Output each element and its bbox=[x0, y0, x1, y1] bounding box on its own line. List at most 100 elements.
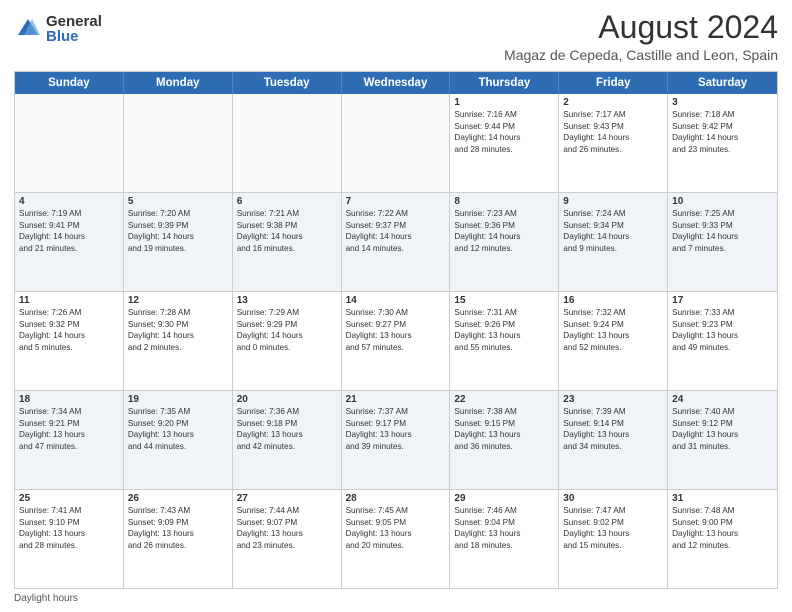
day-info: Sunrise: 7:33 AM Sunset: 9:23 PM Dayligh… bbox=[672, 307, 773, 353]
day-number: 13 bbox=[237, 295, 337, 306]
day-cell-25: 25Sunrise: 7:41 AM Sunset: 9:10 PM Dayli… bbox=[15, 490, 124, 588]
day-cell-3: 3Sunrise: 7:18 AM Sunset: 9:42 PM Daylig… bbox=[668, 94, 777, 192]
day-cell-22: 22Sunrise: 7:38 AM Sunset: 9:15 PM Dayli… bbox=[450, 391, 559, 489]
header: General Blue August 2024 Magaz de Cepeda… bbox=[14, 10, 778, 63]
day-info: Sunrise: 7:48 AM Sunset: 9:00 PM Dayligh… bbox=[672, 505, 773, 551]
day-cell-18: 18Sunrise: 7:34 AM Sunset: 9:21 PM Dayli… bbox=[15, 391, 124, 489]
day-cell-21: 21Sunrise: 7:37 AM Sunset: 9:17 PM Dayli… bbox=[342, 391, 451, 489]
header-day-sunday: Sunday bbox=[15, 72, 124, 94]
day-number: 25 bbox=[19, 493, 119, 504]
calendar-week-2: 4Sunrise: 7:19 AM Sunset: 9:41 PM Daylig… bbox=[15, 193, 777, 292]
day-number: 1 bbox=[454, 97, 554, 108]
day-cell-5: 5Sunrise: 7:20 AM Sunset: 9:39 PM Daylig… bbox=[124, 193, 233, 291]
day-number: 24 bbox=[672, 394, 773, 405]
day-number: 15 bbox=[454, 295, 554, 306]
calendar-week-1: 1Sunrise: 7:16 AM Sunset: 9:44 PM Daylig… bbox=[15, 94, 777, 193]
day-info: Sunrise: 7:40 AM Sunset: 9:12 PM Dayligh… bbox=[672, 406, 773, 452]
day-cell-11: 11Sunrise: 7:26 AM Sunset: 9:32 PM Dayli… bbox=[15, 292, 124, 390]
day-info: Sunrise: 7:29 AM Sunset: 9:29 PM Dayligh… bbox=[237, 307, 337, 353]
day-cell-1: 1Sunrise: 7:16 AM Sunset: 9:44 PM Daylig… bbox=[450, 94, 559, 192]
calendar-week-4: 18Sunrise: 7:34 AM Sunset: 9:21 PM Dayli… bbox=[15, 391, 777, 490]
day-number: 30 bbox=[563, 493, 663, 504]
day-cell-23: 23Sunrise: 7:39 AM Sunset: 9:14 PM Dayli… bbox=[559, 391, 668, 489]
day-cell-24: 24Sunrise: 7:40 AM Sunset: 9:12 PM Dayli… bbox=[668, 391, 777, 489]
day-cell-9: 9Sunrise: 7:24 AM Sunset: 9:34 PM Daylig… bbox=[559, 193, 668, 291]
empty-cell bbox=[233, 94, 342, 192]
day-info: Sunrise: 7:37 AM Sunset: 9:17 PM Dayligh… bbox=[346, 406, 446, 452]
day-info: Sunrise: 7:45 AM Sunset: 9:05 PM Dayligh… bbox=[346, 505, 446, 551]
day-cell-6: 6Sunrise: 7:21 AM Sunset: 9:38 PM Daylig… bbox=[233, 193, 342, 291]
day-cell-26: 26Sunrise: 7:43 AM Sunset: 9:09 PM Dayli… bbox=[124, 490, 233, 588]
day-info: Sunrise: 7:43 AM Sunset: 9:09 PM Dayligh… bbox=[128, 505, 228, 551]
logo-text: General Blue bbox=[46, 14, 102, 44]
day-cell-10: 10Sunrise: 7:25 AM Sunset: 9:33 PM Dayli… bbox=[668, 193, 777, 291]
day-info: Sunrise: 7:26 AM Sunset: 9:32 PM Dayligh… bbox=[19, 307, 119, 353]
logo: General Blue bbox=[14, 14, 102, 44]
day-info: Sunrise: 7:19 AM Sunset: 9:41 PM Dayligh… bbox=[19, 208, 119, 254]
day-number: 12 bbox=[128, 295, 228, 306]
day-info: Sunrise: 7:41 AM Sunset: 9:10 PM Dayligh… bbox=[19, 505, 119, 551]
day-info: Sunrise: 7:47 AM Sunset: 9:02 PM Dayligh… bbox=[563, 505, 663, 551]
day-cell-7: 7Sunrise: 7:22 AM Sunset: 9:37 PM Daylig… bbox=[342, 193, 451, 291]
day-info: Sunrise: 7:36 AM Sunset: 9:18 PM Dayligh… bbox=[237, 406, 337, 452]
day-cell-2: 2Sunrise: 7:17 AM Sunset: 9:43 PM Daylig… bbox=[559, 94, 668, 192]
day-cell-31: 31Sunrise: 7:48 AM Sunset: 9:00 PM Dayli… bbox=[668, 490, 777, 588]
day-info: Sunrise: 7:20 AM Sunset: 9:39 PM Dayligh… bbox=[128, 208, 228, 254]
calendar-week-5: 25Sunrise: 7:41 AM Sunset: 9:10 PM Dayli… bbox=[15, 490, 777, 588]
day-cell-13: 13Sunrise: 7:29 AM Sunset: 9:29 PM Dayli… bbox=[233, 292, 342, 390]
day-number: 10 bbox=[672, 196, 773, 207]
header-day-saturday: Saturday bbox=[668, 72, 777, 94]
day-cell-30: 30Sunrise: 7:47 AM Sunset: 9:02 PM Dayli… bbox=[559, 490, 668, 588]
day-info: Sunrise: 7:22 AM Sunset: 9:37 PM Dayligh… bbox=[346, 208, 446, 254]
header-day-tuesday: Tuesday bbox=[233, 72, 342, 94]
logo-icon bbox=[14, 15, 42, 43]
empty-cell bbox=[342, 94, 451, 192]
footer-note: Daylight hours bbox=[14, 593, 778, 604]
day-number: 14 bbox=[346, 295, 446, 306]
day-number: 29 bbox=[454, 493, 554, 504]
day-number: 2 bbox=[563, 97, 663, 108]
page: General Blue August 2024 Magaz de Cepeda… bbox=[0, 0, 792, 612]
logo-blue: Blue bbox=[46, 29, 102, 44]
day-info: Sunrise: 7:25 AM Sunset: 9:33 PM Dayligh… bbox=[672, 208, 773, 254]
day-cell-17: 17Sunrise: 7:33 AM Sunset: 9:23 PM Dayli… bbox=[668, 292, 777, 390]
day-number: 8 bbox=[454, 196, 554, 207]
day-number: 16 bbox=[563, 295, 663, 306]
day-info: Sunrise: 7:46 AM Sunset: 9:04 PM Dayligh… bbox=[454, 505, 554, 551]
day-info: Sunrise: 7:28 AM Sunset: 9:30 PM Dayligh… bbox=[128, 307, 228, 353]
day-info: Sunrise: 7:32 AM Sunset: 9:24 PM Dayligh… bbox=[563, 307, 663, 353]
day-cell-14: 14Sunrise: 7:30 AM Sunset: 9:27 PM Dayli… bbox=[342, 292, 451, 390]
day-info: Sunrise: 7:16 AM Sunset: 9:44 PM Dayligh… bbox=[454, 109, 554, 155]
day-cell-12: 12Sunrise: 7:28 AM Sunset: 9:30 PM Dayli… bbox=[124, 292, 233, 390]
day-number: 21 bbox=[346, 394, 446, 405]
day-info: Sunrise: 7:34 AM Sunset: 9:21 PM Dayligh… bbox=[19, 406, 119, 452]
day-info: Sunrise: 7:21 AM Sunset: 9:38 PM Dayligh… bbox=[237, 208, 337, 254]
day-info: Sunrise: 7:35 AM Sunset: 9:20 PM Dayligh… bbox=[128, 406, 228, 452]
day-cell-16: 16Sunrise: 7:32 AM Sunset: 9:24 PM Dayli… bbox=[559, 292, 668, 390]
day-number: 9 bbox=[563, 196, 663, 207]
day-number: 18 bbox=[19, 394, 119, 405]
day-number: 27 bbox=[237, 493, 337, 504]
day-number: 17 bbox=[672, 295, 773, 306]
header-day-friday: Friday bbox=[559, 72, 668, 94]
day-cell-15: 15Sunrise: 7:31 AM Sunset: 9:26 PM Dayli… bbox=[450, 292, 559, 390]
day-number: 5 bbox=[128, 196, 228, 207]
day-number: 19 bbox=[128, 394, 228, 405]
day-info: Sunrise: 7:44 AM Sunset: 9:07 PM Dayligh… bbox=[237, 505, 337, 551]
day-info: Sunrise: 7:30 AM Sunset: 9:27 PM Dayligh… bbox=[346, 307, 446, 353]
day-info: Sunrise: 7:38 AM Sunset: 9:15 PM Dayligh… bbox=[454, 406, 554, 452]
header-day-monday: Monday bbox=[124, 72, 233, 94]
day-cell-8: 8Sunrise: 7:23 AM Sunset: 9:36 PM Daylig… bbox=[450, 193, 559, 291]
subtitle: Magaz de Cepeda, Castille and Leon, Spai… bbox=[504, 47, 778, 63]
day-info: Sunrise: 7:31 AM Sunset: 9:26 PM Dayligh… bbox=[454, 307, 554, 353]
day-info: Sunrise: 7:39 AM Sunset: 9:14 PM Dayligh… bbox=[563, 406, 663, 452]
day-number: 3 bbox=[672, 97, 773, 108]
day-info: Sunrise: 7:24 AM Sunset: 9:34 PM Dayligh… bbox=[563, 208, 663, 254]
day-info: Sunrise: 7:18 AM Sunset: 9:42 PM Dayligh… bbox=[672, 109, 773, 155]
day-number: 26 bbox=[128, 493, 228, 504]
day-number: 7 bbox=[346, 196, 446, 207]
day-number: 23 bbox=[563, 394, 663, 405]
day-number: 31 bbox=[672, 493, 773, 504]
day-cell-27: 27Sunrise: 7:44 AM Sunset: 9:07 PM Dayli… bbox=[233, 490, 342, 588]
day-info: Sunrise: 7:17 AM Sunset: 9:43 PM Dayligh… bbox=[563, 109, 663, 155]
